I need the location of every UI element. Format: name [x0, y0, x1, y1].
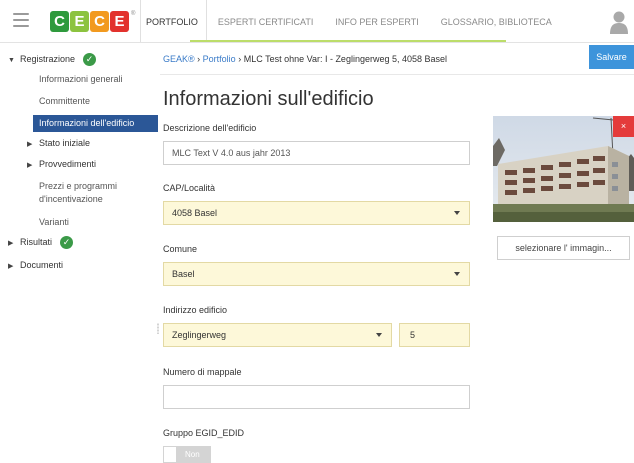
comune-select-value: Basel: [172, 269, 195, 279]
sidebar-item-documenti[interactable]: ▶ Documenti: [8, 260, 63, 270]
breadcrumb-geak-link[interactable]: GEAK®: [163, 54, 195, 64]
tab-glossario-biblioteca[interactable]: GLOSSARIO, BIBLIOTECA: [430, 0, 563, 42]
logo-registered-mark: ®: [131, 11, 136, 17]
resize-handle-icon[interactable]: [157, 323, 159, 334]
chevron-down-icon: [454, 211, 460, 215]
sidebar-item-informazioni-edificio[interactable]: Informazioni dell'edificio: [33, 115, 158, 132]
breadcrumb-portfolio-link[interactable]: Portfolio: [203, 54, 236, 64]
mappale-label: Numero di mappale: [163, 367, 242, 377]
sidebar-item-prezzi-programmi[interactable]: Prezzi e programmi d'incentivazione: [39, 180, 117, 206]
comune-label: Comune: [163, 244, 198, 254]
caret-right-icon: ▶: [8, 239, 14, 247]
caret-right-icon: ▶: [27, 162, 33, 169]
sidebar-item-risultati[interactable]: ▶ Risultati ✓: [8, 236, 74, 249]
breadcrumb-separator: ›: [197, 54, 201, 64]
comune-select[interactable]: Basel: [163, 262, 470, 286]
breadcrumb: GEAK® › Portfolio › MLC Test ohne Var: I…: [163, 54, 447, 64]
sidebar-item-label: Prezzi e programmi: [39, 181, 118, 191]
main-tabs: PORTFOLIO ESPERTI CERTIFICATI INFO PER E…: [140, 0, 563, 42]
caret-right-icon: ▶: [8, 263, 14, 270]
indirizzo-label: Indirizzo edificio: [163, 305, 228, 315]
select-image-button[interactable]: selezionare l' immagin...: [497, 236, 630, 260]
caret-down-icon: ▼: [8, 56, 15, 64]
tab-underline: [190, 40, 506, 42]
user-avatar-icon[interactable]: [610, 10, 628, 34]
check-circle-icon: ✓: [83, 53, 97, 66]
sidebar-item-label: Registrazione: [20, 53, 76, 64]
strada-select[interactable]: Zeglingerweg: [163, 323, 392, 347]
tab-esperti-certificati[interactable]: ESPERTI CERTIFICATI: [207, 0, 325, 42]
sidebar-item-registrazione[interactable]: ▼ Registrazione ✓: [8, 53, 97, 66]
sidebar-item-label: Stato iniziale: [39, 138, 91, 148]
chevron-down-icon: [454, 272, 460, 276]
hamburger-menu-icon[interactable]: [13, 13, 29, 27]
page-title: Informazioni sull'edificio: [163, 88, 374, 110]
cap-label: CAP/Località: [163, 183, 216, 193]
cap-select[interactable]: 4058 Basel: [163, 201, 470, 225]
cece-logo[interactable]: C E C E ®: [50, 11, 135, 32]
tab-portfolio[interactable]: PORTFOLIO: [140, 0, 207, 42]
check-circle-icon: ✓: [60, 236, 74, 249]
breadcrumb-current: MLC Test ohne Var: I - Zeglingerweg 5, 4…: [243, 54, 448, 64]
sidebar: ▼ Registrazione ✓ Informazioni generali Co…: [0, 43, 158, 463]
numero-civico-input[interactable]: 5: [399, 323, 470, 347]
breadcrumb-separator: ›: [238, 54, 242, 64]
descrizione-input[interactable]: MLC Text V 4.0 aus jahr 2013: [163, 141, 470, 165]
top-bar: C E C E ® PORTFOLIO ESPERTI CERTIFICATI …: [0, 0, 634, 43]
sidebar-item-stato-iniziale[interactable]: ▶ Stato iniziale: [27, 138, 90, 148]
save-button[interactable]: Salvare: [589, 45, 634, 69]
logo-letter: C: [90, 11, 109, 32]
divider: [160, 74, 634, 75]
logo-letter: C: [50, 11, 69, 32]
sidebar-item-provvedimenti[interactable]: ▶ Provvedimenti: [27, 159, 96, 169]
strada-select-value: Zeglingerweg: [172, 330, 227, 340]
logo-letter: E: [70, 11, 89, 32]
caret-right-icon: ▶: [27, 141, 33, 148]
chevron-down-icon: [376, 333, 382, 337]
toggle-knob: [164, 447, 176, 462]
tab-info-per-esperti[interactable]: INFO PER ESPERTI: [324, 0, 429, 42]
toggle-label: Non: [185, 450, 200, 459]
remove-photo-button[interactable]: ×: [613, 116, 634, 137]
sidebar-item-informazioni-generali[interactable]: Informazioni generali: [39, 73, 123, 86]
mappale-input[interactable]: [163, 385, 470, 409]
sidebar-item-label: Risultati: [20, 236, 53, 247]
sidebar-item-committente[interactable]: Committente: [39, 95, 90, 108]
sidebar-item-label: Provvedimenti: [39, 159, 97, 169]
egid-toggle[interactable]: Non: [163, 446, 211, 463]
sidebar-item-label: Documenti: [20, 260, 64, 270]
cap-select-value: 4058 Basel: [172, 208, 218, 218]
logo-letter: E: [110, 11, 129, 32]
egid-label: Gruppo EGID_EDID: [163, 428, 245, 438]
sidebar-item-label: d'incentivazione: [39, 194, 103, 204]
sidebar-item-varianti[interactable]: Varianti: [39, 216, 69, 229]
descrizione-label: Descrizione dell'edificio: [163, 123, 257, 133]
